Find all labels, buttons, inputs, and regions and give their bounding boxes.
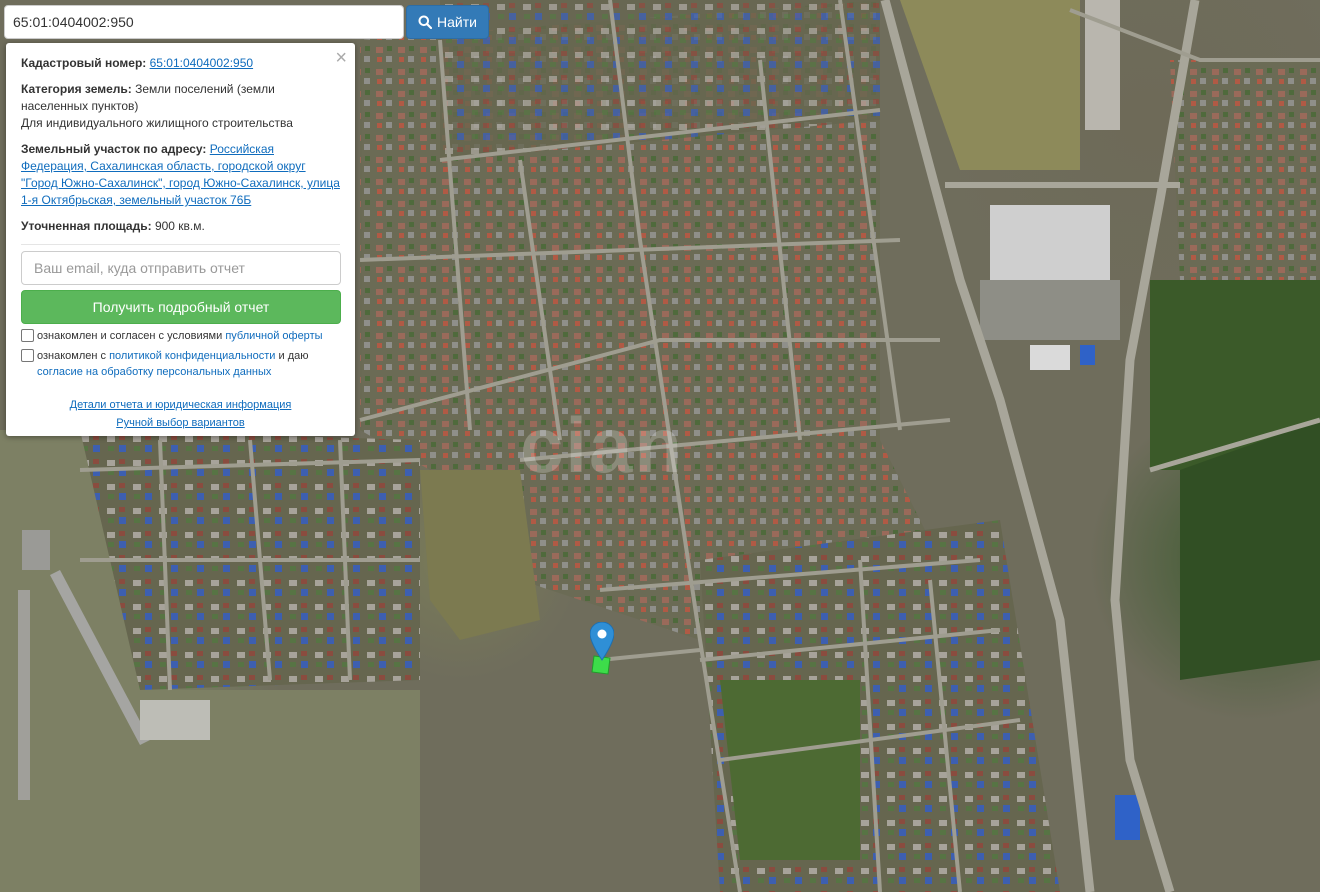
address-label: Земельный участок по адресу: (21, 142, 207, 156)
email-field[interactable]: Ваш email, куда отправить отчет (21, 251, 341, 285)
map-watermark: cian (520, 401, 685, 489)
area-row: Уточненная площадь: 900 кв.м. (21, 218, 340, 235)
get-report-button[interactable]: Получить подробный отчет (21, 290, 341, 324)
cadastral-search-input[interactable] (4, 5, 404, 39)
privacy-consent-checkbox-row: ознакомлен с политикой конфиденциальност… (21, 348, 340, 380)
search-button-label: Найти (437, 14, 477, 30)
offer-consent-checkbox[interactable] (21, 329, 34, 342)
offer-consent-text: ознакомлен и согласен с условиями (37, 330, 223, 342)
parcel-info-panel: × Кадастровый номер: 65:01:0404002:950 К… (6, 43, 355, 436)
personal-data-consent-link[interactable]: согласие на обработку персональных данны… (37, 366, 271, 378)
privacy-policy-link[interactable]: политикой конфиденциальности (109, 350, 275, 362)
map-pin-icon[interactable] (590, 622, 614, 662)
area-label: Уточненная площадь: (21, 219, 152, 233)
land-usage-value: Для индивидуального жилищного строительс… (21, 116, 293, 130)
search-icon (418, 15, 433, 29)
land-category-label: Категория земель: (21, 82, 132, 96)
close-icon[interactable]: × (335, 48, 347, 68)
search-button[interactable]: Найти (406, 5, 489, 39)
public-offer-link[interactable]: публичной оферты (225, 330, 322, 342)
manual-selection-link[interactable]: Ручной выбор вариантов (116, 417, 244, 429)
cadastral-number-label: Кадастровый номер: (21, 56, 147, 70)
area-value: 900 кв.м. (154, 219, 205, 233)
cadastral-number-row: Кадастровый номер: 65:01:0404002:950 (21, 55, 340, 72)
report-details-link[interactable]: Детали отчета и юридическая информация (70, 399, 292, 411)
privacy-consent-text: ознакомлен с (37, 350, 107, 362)
land-category-row: Категория земель: Земли поселений (земли… (21, 81, 340, 132)
cadastral-number-link[interactable]: 65:01:0404002:950 (150, 56, 253, 70)
divider (21, 244, 340, 245)
privacy-consent-mid: и даю (278, 350, 309, 362)
panel-footer: Детали отчета и юридическая информация Р… (21, 396, 340, 432)
address-row: Земельный участок по адресу: Российская … (21, 141, 340, 209)
offer-consent-checkbox-row: ознакомлен и согласен с условиями публич… (21, 328, 340, 344)
privacy-consent-checkbox[interactable] (21, 349, 34, 362)
